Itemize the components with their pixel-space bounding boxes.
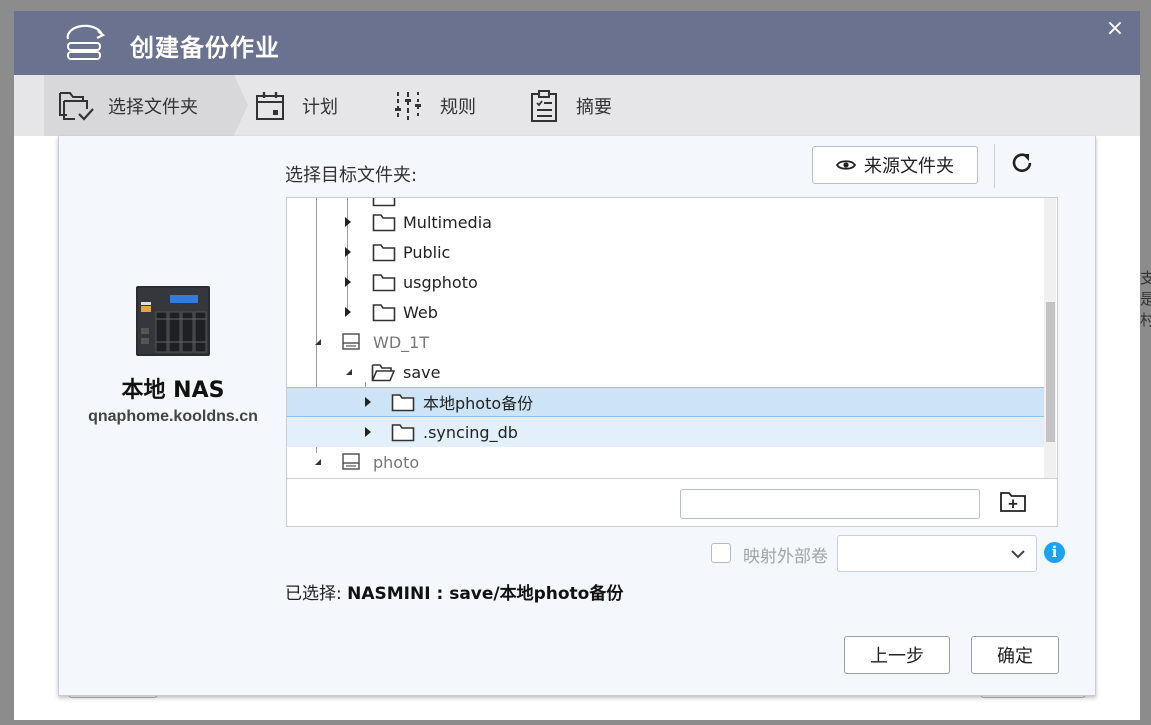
folder-tree-panel: Multimedia Public usgphoto Web WD_1T sav…: [286, 197, 1058, 527]
expand-arrow-icon[interactable]: [345, 307, 351, 317]
confirm-button[interactable]: 确定: [971, 636, 1059, 674]
open-folder-icon: [371, 364, 395, 382]
background-text-fragment: 支 是 村: [1140, 269, 1151, 329]
dialog-header: 创建备份作业 ×: [14, 11, 1140, 75]
step-label: 选择文件夹: [108, 96, 198, 118]
tree-item-label: photo: [373, 452, 420, 472]
step-select-folder[interactable]: 选择文件夹: [44, 75, 234, 136]
collapse-arrow-icon[interactable]: [310, 339, 321, 345]
tree-row-selected[interactable]: 本地photo备份: [287, 387, 1045, 417]
step-label: 摘要: [576, 96, 612, 118]
selected-path: NASMINI : save/本地photo备份: [347, 584, 624, 604]
selected-path-line: 已选择: NASMINI : save/本地photo备份: [285, 579, 623, 604]
folder-icon: [391, 424, 415, 442]
map-external-checkbox[interactable]: [711, 543, 731, 563]
step-rules[interactable]: 规则: [388, 75, 476, 136]
tree-row[interactable]: Multimedia: [287, 207, 1045, 237]
tree-row[interactable]: photo: [287, 447, 1045, 477]
tree-row[interactable]: Web: [287, 297, 1045, 327]
collapse-arrow-icon[interactable]: [310, 459, 321, 465]
eye-icon: [836, 160, 856, 170]
refresh-icon[interactable]: [1009, 150, 1035, 176]
step-label: 计划: [302, 96, 338, 118]
collapse-arrow-icon[interactable]: [341, 369, 352, 375]
expand-arrow-icon[interactable]: [345, 217, 351, 227]
map-external-label: 映射外部卷: [743, 547, 828, 567]
tree-item-label: 本地photo备份: [423, 394, 534, 413]
tree-item-label: usgphoto: [403, 272, 478, 292]
expand-arrow-icon[interactable]: [345, 247, 351, 257]
info-icon[interactable]: i: [1044, 542, 1065, 563]
folder-icon: [372, 244, 396, 262]
volume-icon: [342, 453, 360, 470]
previous-button[interactable]: 上一步: [844, 636, 950, 674]
folder-icon: [372, 198, 396, 207]
source-hostname: qnaphome.kooldns.cn: [88, 408, 258, 425]
source-device-title: 本地 NAS: [121, 378, 225, 403]
source-folder-label: 来源文件夹: [864, 156, 954, 177]
sliders-icon: [388, 86, 428, 126]
folder-icon: [372, 214, 396, 232]
tree-row[interactable]: Public: [287, 237, 1045, 267]
tree-item-label: Multimedia: [403, 212, 492, 232]
close-button[interactable]: ×: [1102, 16, 1128, 42]
source-folder-button[interactable]: 来源文件夹: [812, 146, 978, 184]
calendar-icon: [250, 86, 290, 126]
wizard-stepper: 选择文件夹 计划 规则 摘要: [14, 75, 1140, 136]
expand-arrow-icon[interactable]: [365, 427, 371, 437]
tree-row[interactable]: usgphoto: [287, 267, 1045, 297]
tree-footer: [287, 478, 1057, 526]
nas-device-icon: [136, 286, 210, 356]
dialog-body: 本地 NAS qnaphome.kooldns.cn 选择目标文件夹: 来源文件…: [58, 136, 1096, 696]
tree-item-label: Public: [403, 242, 451, 262]
volume-icon: [342, 333, 360, 350]
backup-job-icon: [66, 24, 106, 60]
tree-item-label: .syncing_db: [423, 422, 518, 442]
folder-tree[interactable]: Multimedia Public usgphoto Web WD_1T sav…: [287, 198, 1057, 478]
new-folder-icon[interactable]: [999, 490, 1027, 514]
clipboard-icon: [524, 86, 564, 126]
tree-item-label: Web: [403, 302, 438, 322]
folder-icon: [372, 304, 396, 322]
step-summary[interactable]: 摘要: [524, 75, 612, 136]
active-step-arrow: [234, 75, 248, 135]
expand-arrow-icon[interactable]: [365, 397, 371, 407]
dialog-title: 创建备份作业: [130, 34, 280, 62]
tree-scrollbar-thumb[interactable]: [1046, 302, 1055, 442]
map-external-select[interactable]: [837, 535, 1037, 572]
folder-icon: [391, 394, 415, 412]
folder-check-icon: [56, 86, 96, 126]
tree-row[interactable]: WD_1T: [287, 327, 1045, 357]
chevron-down-icon: [1011, 550, 1025, 559]
tree-row[interactable]: save: [287, 357, 1045, 387]
toolbar-divider: [994, 144, 995, 188]
folder-icon: [372, 274, 396, 292]
new-folder-name-input[interactable]: [680, 489, 980, 519]
tree-row[interactable]: .syncing_db: [287, 417, 1045, 447]
step-label: 规则: [440, 96, 476, 118]
step-schedule[interactable]: 计划: [250, 75, 338, 136]
tree-item-label: save: [403, 362, 441, 382]
tree-item-label: WD_1T: [373, 332, 430, 352]
expand-arrow-icon[interactable]: [345, 277, 351, 287]
target-folder-label: 选择目标文件夹:: [285, 165, 418, 186]
selected-prefix: 已选择:: [285, 584, 342, 604]
